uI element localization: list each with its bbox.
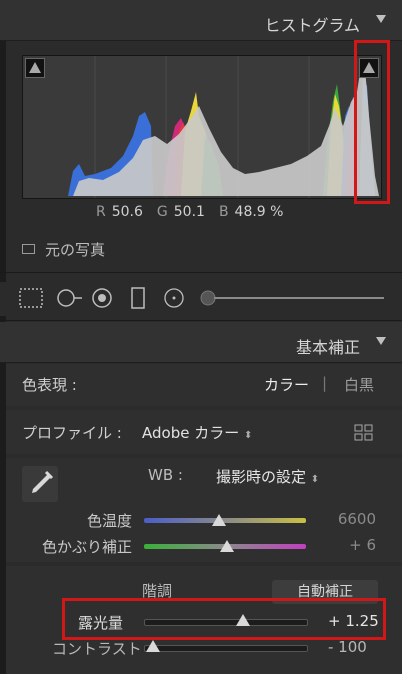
g-label: G [156, 204, 168, 220]
collapse-triangle-icon[interactable] [376, 337, 386, 345]
treatment-label: 色表現 : [22, 376, 77, 394]
treatment-separator: | [322, 374, 328, 392]
tool-strip [0, 282, 402, 316]
graduated-filter-icon[interactable] [131, 287, 145, 309]
eyedropper-icon[interactable] [22, 466, 58, 502]
basic-title: 基本補正 [295, 338, 360, 357]
shadow-clipping-icon[interactable] [25, 58, 45, 78]
tint-label: 色かぶり補正 [41, 538, 132, 556]
profile-dropdown[interactable]: Adobe カラー ⬍ [142, 422, 252, 443]
radial-filter-icon[interactable] [164, 288, 184, 308]
profile-value: Adobe カラー [142, 424, 240, 442]
histogram-curves [68, 56, 379, 198]
basic-header[interactable]: 基本補正 [0, 322, 402, 363]
treatment-row: 色表現 : カラー | 白黒 [6, 364, 402, 406]
r-label: R [96, 204, 106, 220]
treatment-bw-option[interactable]: 白黒 [344, 374, 374, 395]
divider [0, 272, 402, 273]
contrast-slider-thumb[interactable] [146, 640, 160, 652]
crop-overlay-icon[interactable] [19, 288, 43, 308]
contrast-label: コントラスト [52, 640, 142, 658]
original-photo-checkbox[interactable] [22, 244, 35, 254]
r-value: 50.6 [111, 204, 143, 220]
white-balance-section: WB : 撮影時の設定 ⬍ 色温度 6600 色かぶり補正 + 6 [6, 458, 402, 562]
temp-slider-thumb[interactable] [212, 514, 226, 526]
profile-row: プロファイル : Adobe カラー ⬍ [6, 410, 402, 454]
wb-dropdown[interactable]: 撮影時の設定 ⬍ [216, 466, 319, 487]
histogram-graph [22, 55, 382, 199]
tint-slider-thumb[interactable] [220, 540, 234, 552]
g-value: 50.1 [173, 204, 205, 220]
temp-label: 色温度 [86, 512, 132, 530]
exposure-annotation-box [62, 598, 386, 640]
treatment-color-option[interactable]: カラー [264, 374, 309, 395]
wb-label: WB : [148, 466, 183, 484]
rgb-readout: R 50.6 G 50.1 B 48.9 % [96, 204, 297, 220]
updown-icon: ⬍ [244, 430, 253, 441]
b-label: B [218, 204, 229, 220]
contrast-value[interactable]: - 100 [328, 638, 367, 656]
contrast-slider-track[interactable] [144, 645, 308, 652]
spot-removal-icon[interactable] [57, 289, 82, 307]
original-photo-toggle[interactable]: 元の写真 [22, 239, 105, 260]
red-eye-icon[interactable] [92, 288, 112, 308]
b-value: 48.9 % [234, 204, 284, 220]
divider [0, 320, 402, 321]
wb-value: 撮影時の設定 [216, 468, 307, 486]
collapse-triangle-icon[interactable] [376, 15, 386, 23]
adjustment-brush-slider[interactable] [200, 290, 384, 306]
histogram-header[interactable]: ヒストグラム [0, 0, 402, 41]
profile-label: プロファイル : [22, 424, 122, 442]
highlight-annotation-box [354, 40, 390, 204]
histogram-title: ヒストグラム [264, 16, 360, 35]
tint-value[interactable]: + 6 [349, 536, 376, 554]
temp-value[interactable]: 6600 [338, 510, 376, 528]
updown-icon: ⬍ [310, 474, 320, 485]
profile-browser-grid-icon[interactable] [354, 424, 374, 442]
original-photo-label: 元の写真 [45, 241, 106, 259]
